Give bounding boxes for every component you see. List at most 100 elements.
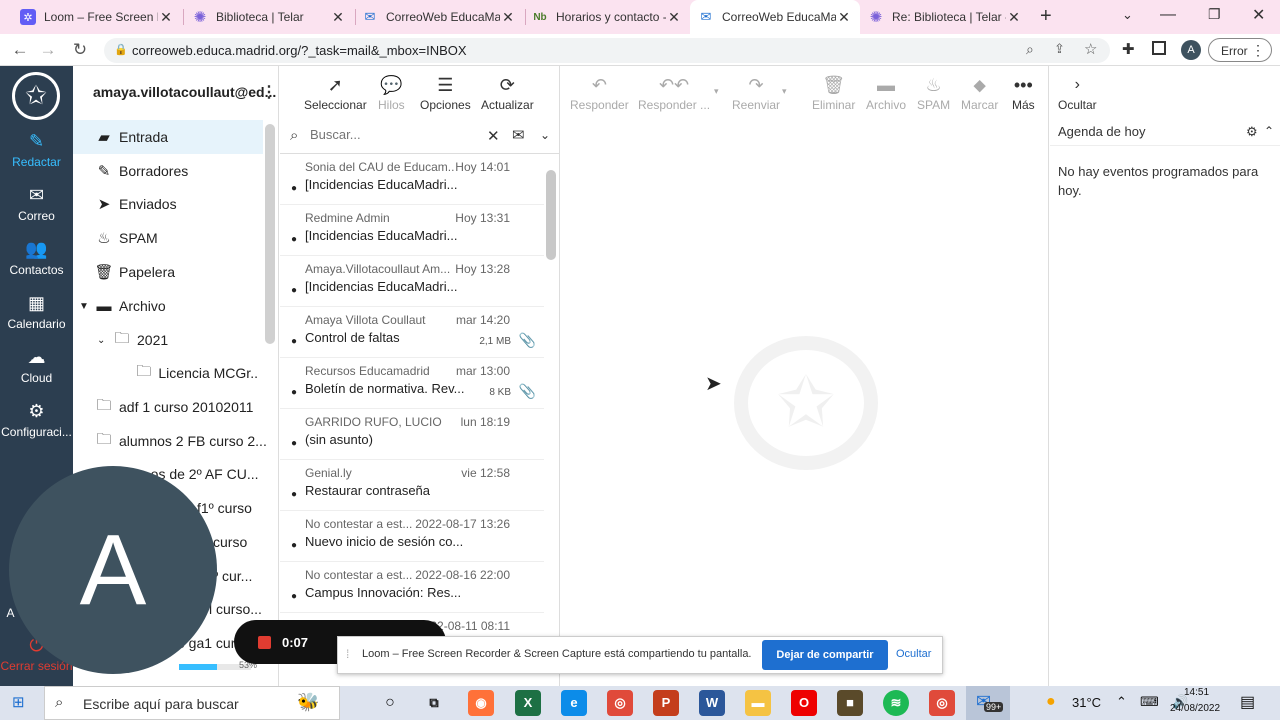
powerpoint-icon[interactable]: P	[653, 690, 679, 716]
message-row[interactable]: Genial.ly vie 12:58 ● Restaurar contraseña	[280, 460, 544, 511]
chevron-down-icon[interactable]: ▾	[714, 86, 719, 97]
tab-biblioteca[interactable]: ✺ Biblioteca | Telar ✕	[184, 0, 354, 34]
chevron-up-icon[interactable]: ⌃	[1116, 694, 1127, 710]
new-tab-button[interactable]: +	[1040, 5, 1052, 28]
nav-settings[interactable]: ⚙ Configuraci...	[0, 400, 73, 439]
nav-calendar[interactable]: ▦ Calendario	[0, 292, 73, 331]
options-button[interactable]: ☰ Opciones	[420, 72, 471, 112]
share-icon[interactable]: ⇪	[1054, 41, 1065, 57]
excel-icon[interactable]: X	[515, 690, 541, 716]
chrome-icon[interactable]: ◎	[929, 690, 955, 716]
close-icon[interactable]: ✕	[836, 9, 852, 26]
back-button[interactable]: ←	[8, 38, 32, 62]
nav-mail[interactable]: ✉ Correo	[0, 184, 73, 223]
error-button[interactable]: Error ⋮	[1208, 38, 1272, 62]
message-row[interactable]: Redmine Admin Hoy 13:31 ● [Incidencias Educ…	[280, 205, 544, 256]
nav-contacts[interactable]: 👥 Contactos	[0, 238, 73, 277]
folder-2021[interactable]: ⌄ 🗀 2021	[97, 324, 287, 356]
gear-icon[interactable]: ⚙	[1246, 124, 1258, 140]
message-row[interactable]: GARRIDO RUFO, LUCIO lun 18:19 ● (sin asunto…	[280, 409, 544, 460]
message-row[interactable]: No contestar a est... 2022-08-16 22:00 ● Ca…	[280, 562, 544, 613]
drag-handle-icon[interactable]: ⁞	[346, 647, 349, 661]
message-row[interactable]: Recursos Educamadrid mar 13:00 ● Boletín de…	[280, 358, 544, 409]
start-button[interactable]: ⊞	[12, 695, 28, 711]
stop-sharing-button[interactable]: Dejar de compartir	[762, 640, 888, 670]
folder-alumnos[interactable]: 🗀 alumnos 2 FB curso 2...	[93, 425, 283, 457]
folder-trash[interactable]: 🗑 Papelera	[93, 256, 283, 288]
spam-button[interactable]: ♨ SPAM	[917, 72, 950, 112]
tab-horarios[interactable]: Nb Horarios y contacto - ✕	[524, 0, 690, 34]
close-icon[interactable]: ✕	[487, 127, 500, 145]
mail-app-taskbar[interactable]: ✉ 99+	[966, 686, 1010, 720]
spotify-icon[interactable]: ≋	[883, 690, 909, 716]
notifications-icon[interactable]: ▤	[1240, 692, 1255, 712]
hide-share-bar-link[interactable]: Ocultar	[896, 648, 931, 660]
tab-correoweb-active[interactable]: ✉ CorreoWeb EducaMa ✕	[690, 0, 860, 34]
tab-re-biblioteca[interactable]: ✺ Re: Biblioteca | Telar - ✕	[860, 0, 1030, 34]
archive-button[interactable]: ▬ Archivo	[866, 72, 906, 112]
star-icon[interactable]: ☆	[1084, 40, 1097, 58]
clock-date[interactable]: 24/08/2022	[1170, 703, 1220, 714]
folder-sent[interactable]: ➤ Enviados	[93, 188, 283, 220]
hide-button[interactable]: › Ocultar	[1058, 72, 1097, 112]
forward-button[interactable]: ↷ Reenviar	[732, 72, 780, 112]
task-view-icon[interactable]: ⧉	[421, 690, 447, 716]
reply-all-button[interactable]: ↶↶ Responder ...	[638, 72, 710, 112]
tab-correoweb-1[interactable]: ✉ CorreoWeb EducaMa ✕	[354, 0, 524, 34]
reload-button[interactable]: ↻	[68, 38, 92, 62]
tab-loom[interactable]: ✲ Loom – Free Screen Re ✕	[12, 0, 182, 34]
chevron-up-icon[interactable]: ⌃	[1264, 124, 1274, 138]
search-input[interactable]	[310, 127, 480, 142]
minimize-button[interactable]: —	[1160, 6, 1176, 24]
file-explorer-icon[interactable]: ▬	[745, 690, 771, 716]
close-icon[interactable]: ✕	[158, 9, 174, 26]
chevron-down-icon[interactable]: ⌄	[1122, 7, 1133, 23]
close-icon[interactable]: ✕	[500, 9, 516, 26]
edge-icon[interactable]: e	[561, 690, 587, 716]
chevron-down-icon[interactable]: ▼	[79, 301, 93, 312]
minecraft-icon[interactable]: ■	[837, 690, 863, 716]
close-window-button[interactable]: ✕	[1252, 5, 1265, 25]
folder-archive[interactable]: ▼ ▬ Archivo	[79, 290, 269, 322]
message-row[interactable]: Sonia del CAU de Educam... Hoy 14:01 ● [Inc…	[280, 154, 544, 205]
clock-time[interactable]: 14:51	[1184, 687, 1209, 698]
delete-button[interactable]: 🗑 Eliminar	[812, 72, 855, 112]
list-scrollbar[interactable]	[546, 170, 556, 260]
word-icon[interactable]: W	[699, 690, 725, 716]
close-icon[interactable]: ✕	[330, 9, 346, 26]
forward-button[interactable]: →	[36, 38, 60, 62]
sidepanel-icon[interactable]	[1152, 41, 1166, 55]
mark-button[interactable]: ⬥ Marcar	[961, 72, 998, 112]
profile-avatar[interactable]: A	[1181, 40, 1201, 60]
folder-adf[interactable]: 🗀 adf 1 curso 20102011	[93, 391, 283, 423]
firefox-icon[interactable]: ◉	[468, 690, 494, 716]
folder-drafts[interactable]: ✎ Borradores	[93, 155, 283, 187]
chevron-down-icon[interactable]: ⌄	[540, 128, 550, 142]
loom-camera-bubble[interactable]: A	[9, 466, 217, 674]
chevron-down-icon[interactable]: ⌄	[97, 335, 111, 346]
refresh-button[interactable]: ⟳ Actualizar	[481, 72, 534, 112]
chrome-icon[interactable]: ◎	[607, 690, 633, 716]
message-row[interactable]: No contestar a est... 2022-08-17 13:26 ● Nu…	[280, 511, 544, 562]
message-row[interactable]: Amaya Villota Coullaut mar 14:20 ● Control …	[280, 307, 544, 358]
taskbar-search[interactable]: ⌕ Escribe aquí para buscar 🐝	[44, 686, 340, 720]
keyboard-icon[interactable]: ⌨	[1140, 694, 1159, 710]
folder-spam[interactable]: ♨ SPAM	[93, 222, 283, 254]
account-menu-icon[interactable]: ⋮	[261, 82, 277, 102]
nav-cloud[interactable]: ☁ Cloud	[0, 346, 73, 385]
address-bar[interactable]: 🔒 correoweb.educa.madrid.org/?_task=mail…	[104, 38, 1110, 63]
close-icon[interactable]: ✕	[1006, 9, 1022, 26]
select-button[interactable]: ➚ Seleccionar	[304, 72, 367, 112]
cortana-icon[interactable]: ○	[377, 690, 403, 716]
opera-icon[interactable]: O	[791, 690, 817, 716]
search-icon[interactable]: ⌕	[1026, 41, 1034, 58]
threads-button[interactable]: 💬 Hilos	[378, 72, 405, 112]
envelope-icon[interactable]: ✉	[512, 126, 525, 144]
stop-record-button[interactable]	[258, 636, 271, 649]
restore-button[interactable]: ❐	[1208, 6, 1221, 23]
extensions-icon[interactable]: ✚	[1122, 40, 1135, 58]
folder-inbox[interactable]: ▰ Entrada	[93, 121, 283, 153]
more-button[interactable]: ••• Más	[1012, 72, 1035, 112]
chevron-down-icon[interactable]: ▾	[782, 86, 787, 97]
folder-scrollbar[interactable]	[265, 124, 275, 344]
